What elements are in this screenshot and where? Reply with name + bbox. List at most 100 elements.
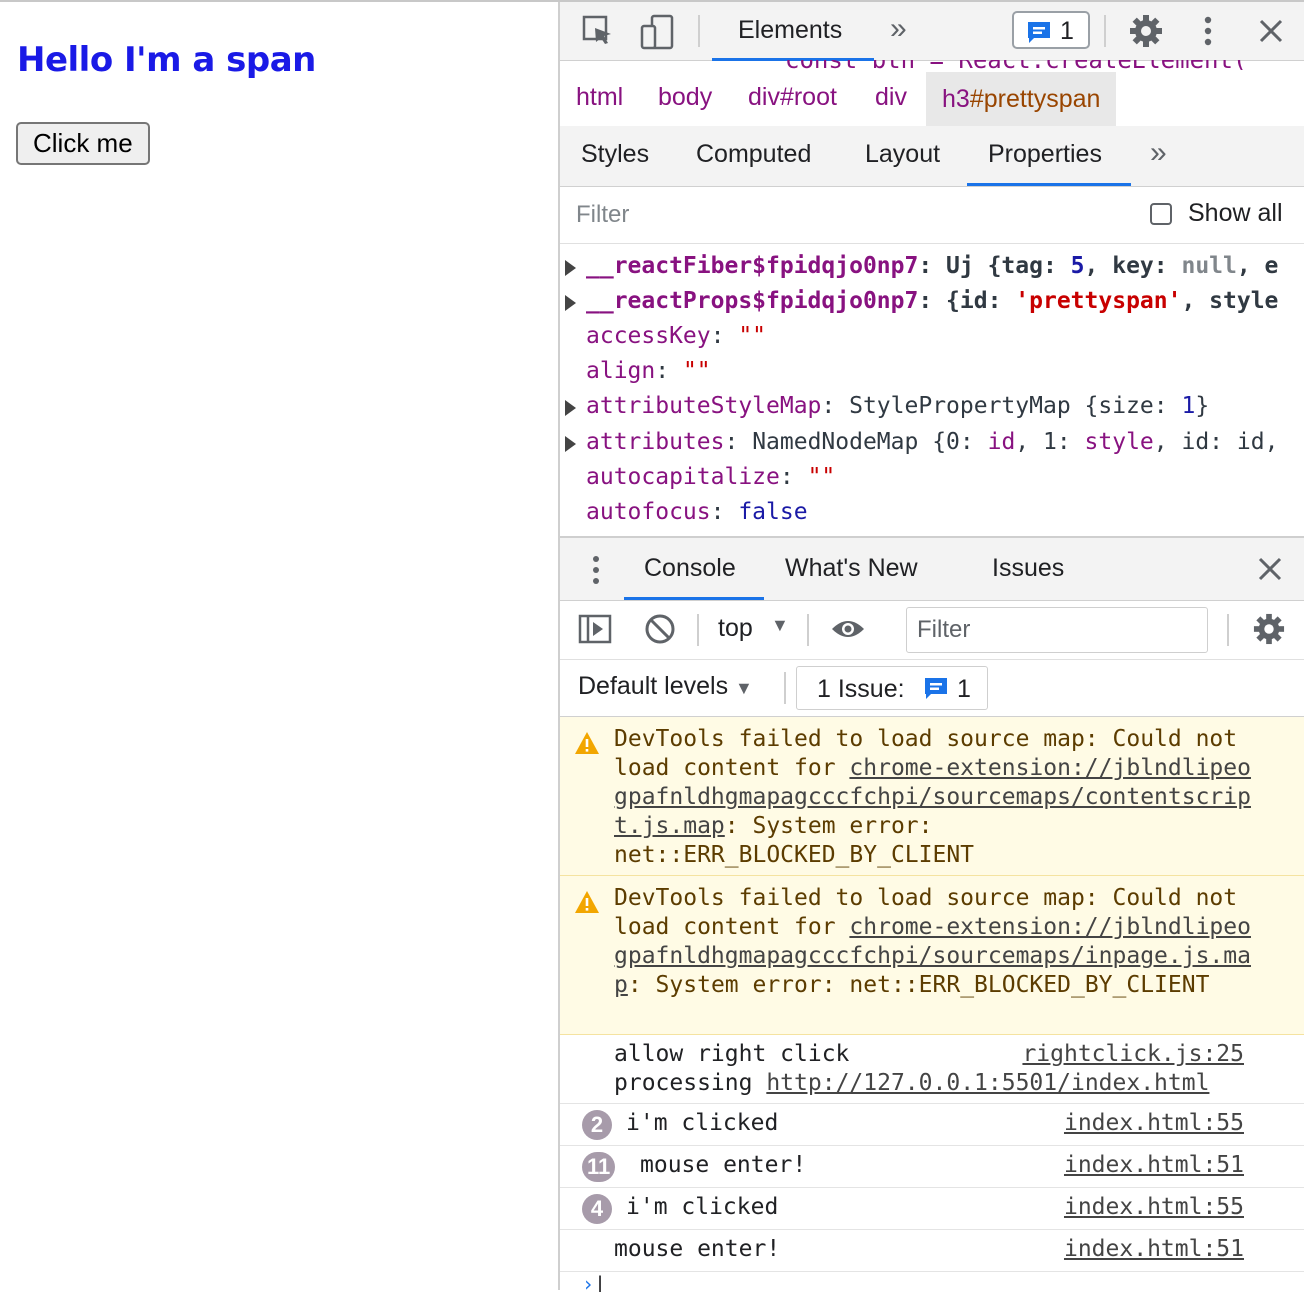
- issues-badge[interactable]: 1: [1012, 11, 1090, 49]
- inspect-element-icon[interactable]: [582, 15, 614, 47]
- console-log-entry: 4 i'm clicked index.html:55: [560, 1188, 1304, 1230]
- log-source-link[interactable]: index.html:51: [1064, 1236, 1244, 1262]
- toolbar-separator: [807, 614, 809, 646]
- breadcrumb-body[interactable]: body: [658, 83, 712, 112]
- property-key: attributes: NamedNodeMap {0: id, 1: styl…: [586, 429, 1279, 455]
- device-toolbar-icon[interactable]: [640, 14, 674, 50]
- repeat-count-badge: 11: [582, 1152, 616, 1182]
- issues-badge-count: 1: [1060, 17, 1074, 45]
- page-viewport: Hello I'm a span Click me: [0, 2, 558, 1290]
- log-message: i'm clicked: [626, 1194, 779, 1220]
- log-source-link[interactable]: index.html:55: [1064, 1194, 1244, 1220]
- elements-tree-overflow: const btn = React.createElement(: [560, 60, 1304, 70]
- property-key: align: "": [586, 358, 711, 384]
- property-key: autocapitalize: "": [586, 464, 836, 490]
- warning-text: DevTools failed to load source map: Coul…: [614, 726, 1251, 868]
- console-warning: DevTools failed to load source map: Coul…: [560, 717, 1304, 876]
- toolbar-separator: [698, 15, 700, 47]
- drawer-menu-icon[interactable]: [590, 554, 602, 586]
- breadcrumb-tag: h3: [942, 85, 970, 113]
- show-all-checkbox[interactable]: [1150, 203, 1172, 225]
- property-key: attributeStyleMap: StylePropertyMap {siz…: [586, 393, 1210, 419]
- console-filter-input[interactable]: Filter: [906, 607, 1208, 653]
- property-key: __reactProps$fpidqjo0np7: {id: 'prettysp…: [586, 288, 1279, 314]
- more-subtabs-chevron-icon[interactable]: »: [1150, 136, 1167, 170]
- console-log-entry: 2 i'm clicked index.html:55: [560, 1104, 1304, 1146]
- console-filter-placeholder: Filter: [917, 616, 971, 643]
- breadcrumb: html body div#root div h3#prettyspan: [560, 72, 1304, 127]
- active-subtab-indicator: [967, 183, 1131, 186]
- close-devtools-icon[interactable]: [1258, 18, 1284, 44]
- expand-triangle-icon[interactable]: [565, 260, 576, 276]
- properties-filter-bar: Filter Show all: [560, 187, 1304, 244]
- toolbar-separator: [1104, 15, 1106, 47]
- breadcrumb-div-root[interactable]: div#root: [748, 83, 837, 112]
- tab-issues[interactable]: Issues: [992, 554, 1064, 583]
- tab-console[interactable]: Console: [644, 554, 736, 583]
- more-tabs-chevron-icon[interactable]: »: [890, 12, 907, 46]
- log-message: mouse enter!: [614, 1236, 781, 1262]
- console-messages: DevTools failed to load source map: Coul…: [560, 717, 1304, 1292]
- page-url-link[interactable]: http://127.0.0.1:5501/index.html: [766, 1070, 1209, 1096]
- click-me-button[interactable]: Click me: [16, 122, 150, 165]
- clear-console-icon[interactable]: [644, 613, 676, 645]
- console-log-entry: mouse enter! index.html:51: [560, 1230, 1304, 1272]
- show-all-label: Show all: [1188, 199, 1283, 227]
- devtools-toolbar: Elements » 1: [560, 2, 1304, 61]
- console-log-entry: allow right click rightclick.js:25 proce…: [560, 1035, 1304, 1104]
- context-selector[interactable]: top: [718, 614, 753, 643]
- drawer-tabs: Console What's New Issues: [560, 538, 1304, 601]
- active-drawer-tab-indicator: [624, 597, 764, 600]
- log-source-link[interactable]: index.html:55: [1064, 1110, 1244, 1136]
- settings-gear-icon[interactable]: [1129, 14, 1163, 48]
- default-levels-dropdown[interactable]: Default levels ▼: [578, 672, 753, 701]
- log-level-bar: Default levels ▼ 1 Issue: 1: [560, 660, 1304, 717]
- more-options-icon[interactable]: [1200, 15, 1216, 47]
- tab-properties[interactable]: Properties: [988, 140, 1102, 169]
- log-source-link[interactable]: index.html:51: [1064, 1152, 1244, 1178]
- message-icon: [925, 678, 947, 699]
- live-expression-eye-icon[interactable]: [830, 617, 866, 641]
- log-message: mouse enter!: [640, 1152, 807, 1178]
- warning-icon: [575, 732, 599, 754]
- repeat-count-badge: 4: [582, 1194, 612, 1224]
- console-warning: DevTools failed to load source map: Coul…: [560, 876, 1304, 1035]
- tab-whats-new[interactable]: What's New: [785, 554, 918, 583]
- expand-triangle-icon[interactable]: [565, 400, 576, 416]
- toolbar-separator: [1227, 614, 1229, 646]
- sidebar-tabs: Styles Computed Layout Properties »: [560, 126, 1304, 187]
- devtools-panel: Elements » 1 const btn = React.createEl: [558, 2, 1304, 1292]
- properties-filter-input[interactable]: Filter: [576, 201, 629, 229]
- toolbar-separator: [784, 672, 786, 704]
- expand-triangle-icon[interactable]: [565, 295, 576, 311]
- close-drawer-icon[interactable]: [1258, 557, 1282, 581]
- tab-computed[interactable]: Computed: [696, 140, 811, 169]
- console-log-entry: 11 mouse enter! index.html:51: [560, 1146, 1304, 1188]
- message-icon: [1028, 22, 1050, 43]
- issues-counter-button[interactable]: 1 Issue: 1: [796, 666, 988, 710]
- breadcrumb-id: #prettyspan: [969, 85, 1101, 113]
- toolbar-separator: [697, 614, 699, 646]
- properties-list: __reactFiber$fpidqjo0np7: Uj {tag: 5, ke…: [560, 244, 1304, 536]
- context-dropdown-icon[interactable]: ▼: [771, 615, 789, 636]
- console-prompt-icon[interactable]: ›|: [582, 1272, 606, 1292]
- tab-elements-label: Elements: [738, 16, 843, 44]
- elements-tree-code: const btn = React.createElement(: [785, 60, 1247, 70]
- breadcrumb-div[interactable]: div: [875, 83, 907, 112]
- console-toolbar: top ▼ Filter: [560, 601, 1304, 660]
- console-drawer: Console What's New Issues top ▼ Filter D…: [560, 536, 1304, 1292]
- breadcrumb-h3-prettyspan[interactable]: h3#prettyspan: [926, 72, 1117, 126]
- warning-icon: [575, 891, 599, 913]
- repeat-count-badge: 2: [582, 1110, 612, 1140]
- sidebar-toggle-icon[interactable]: [578, 614, 612, 644]
- tab-layout[interactable]: Layout: [865, 140, 940, 169]
- console-settings-gear-icon[interactable]: [1253, 613, 1285, 645]
- property-key: accessKey: "": [586, 323, 767, 349]
- issue-count: 1: [957, 675, 971, 703]
- log-source-link[interactable]: rightclick.js:25: [1022, 1041, 1244, 1067]
- expand-triangle-icon[interactable]: [565, 436, 576, 452]
- tab-elements[interactable]: Elements: [712, 2, 874, 61]
- tab-styles[interactable]: Styles: [581, 140, 649, 169]
- breadcrumb-html[interactable]: html: [576, 83, 623, 112]
- log-message: allow right click: [614, 1041, 850, 1067]
